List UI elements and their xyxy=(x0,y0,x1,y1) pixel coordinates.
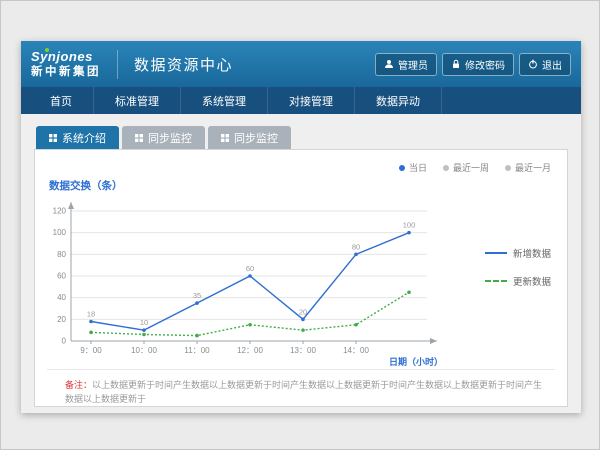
svg-text:18: 18 xyxy=(87,310,95,319)
filter-today[interactable]: 当日 xyxy=(399,161,427,174)
nav-item-integration-mgmt[interactable]: 对接管理 xyxy=(268,87,355,114)
svg-text:10：00: 10：00 xyxy=(131,346,157,355)
svg-text:20: 20 xyxy=(57,315,66,324)
content-area: 系统介绍 同步监控 同步监控 当日 xyxy=(21,114,581,413)
brand-logo-subtext: 新中新集团 xyxy=(31,66,101,78)
tab-bar: 系统介绍 同步监控 同步监控 xyxy=(36,126,568,149)
svg-text:35: 35 xyxy=(193,291,201,300)
svg-text:12：00: 12：00 xyxy=(237,346,263,355)
nav-item-standard-mgmt[interactable]: 标准管理 xyxy=(94,87,181,114)
grid-icon xyxy=(221,134,229,142)
tab-system-intro[interactable]: 系统介绍 xyxy=(36,126,119,149)
footnote-text: 以上数据更新于时间产生数据以上数据更新于时间产生数据以上数据更新于时间产生数据以… xyxy=(65,380,542,404)
dashed-line-sample-icon xyxy=(485,280,507,282)
chart-row: 0 20 40 60 80 100 120 9：00 10：00 11：00 12：00 13：00 1… xyxy=(35,195,567,367)
svg-text:80: 80 xyxy=(352,242,360,251)
svg-text:120: 120 xyxy=(53,207,67,216)
footnote-prefix: 备注： xyxy=(65,380,92,390)
tab-sync-monitor-1[interactable]: 同步监控 xyxy=(122,126,205,149)
nav-item-data-change[interactable]: 数据异动 xyxy=(355,87,442,114)
svg-text:14：00: 14：00 xyxy=(343,346,369,355)
filter-last-week[interactable]: 最近一周 xyxy=(443,161,489,174)
time-filter-group: 当日 最近一周 最近一月 xyxy=(399,161,551,174)
admin-button[interactable]: 管理员 xyxy=(375,53,437,76)
grid-icon xyxy=(49,134,57,142)
filter-last-month[interactable]: 最近一月 xyxy=(505,161,551,174)
nav-item-system-mgmt[interactable]: 系统管理 xyxy=(181,87,268,114)
svg-text:80: 80 xyxy=(57,250,66,259)
svg-text:100: 100 xyxy=(53,228,67,237)
legend-item-updated-data[interactable]: 更新数据 xyxy=(485,274,563,288)
radio-dot-icon xyxy=(443,165,449,171)
radio-dot-icon xyxy=(399,165,405,171)
svg-text:40: 40 xyxy=(57,293,66,302)
footnote: 备注：以上数据更新于时间产生数据以上数据更新于时间产生数据以上数据更新于时间产生… xyxy=(35,370,567,406)
svg-text:11：00: 11：00 xyxy=(184,346,210,355)
page-title: 数据资源中心 xyxy=(117,50,233,79)
svg-text:13：00: 13：00 xyxy=(290,346,316,355)
lock-icon xyxy=(451,59,461,69)
app-header: Synjones 新中新集团 数据资源中心 管理员 修改密码 xyxy=(21,41,581,87)
nav-item-home[interactable]: 首页 xyxy=(29,87,94,114)
grid-icon xyxy=(135,134,143,142)
logout-button[interactable]: 退出 xyxy=(519,53,571,76)
series-legend: 新增数据 更新数据 xyxy=(485,167,567,367)
radio-dot-icon xyxy=(505,165,511,171)
svg-text:日期（小时）: 日期（小时） xyxy=(389,356,443,367)
svg-text:60: 60 xyxy=(57,272,66,281)
svg-text:100: 100 xyxy=(403,221,416,230)
line-chart-svg: 0 20 40 60 80 100 120 9：00 10：00 11：00 12：00 13：00 1… xyxy=(39,195,485,367)
brand-logo[interactable]: Synjones 新中新集团 xyxy=(31,50,101,78)
brand-logo-text: Synjones xyxy=(31,50,101,64)
user-icon xyxy=(384,59,394,69)
change-password-button[interactable]: 修改密码 xyxy=(442,53,514,76)
header-actions: 管理员 修改密码 退出 xyxy=(375,53,571,76)
chart-panel: 当日 最近一周 最近一月 数据交换（条） 0204060801001209：00… xyxy=(34,149,568,407)
app-window: Synjones 新中新集团 数据资源中心 管理员 修改密码 xyxy=(21,41,581,413)
svg-text:20: 20 xyxy=(299,307,307,316)
legend-item-new-data[interactable]: 新增数据 xyxy=(485,246,563,260)
power-icon xyxy=(528,59,538,69)
svg-text:0: 0 xyxy=(62,337,67,346)
desktop: { "brand": { "logo_text": "Synjones", "l… xyxy=(0,0,600,450)
svg-text:10: 10 xyxy=(140,318,148,327)
tab-sync-monitor-2[interactable]: 同步监控 xyxy=(208,126,291,149)
solid-line-sample-icon xyxy=(485,252,507,254)
svg-text:60: 60 xyxy=(246,264,254,273)
main-nav: 首页 标准管理 系统管理 对接管理 数据异动 xyxy=(21,87,581,114)
svg-text:9：00: 9：00 xyxy=(80,346,102,355)
